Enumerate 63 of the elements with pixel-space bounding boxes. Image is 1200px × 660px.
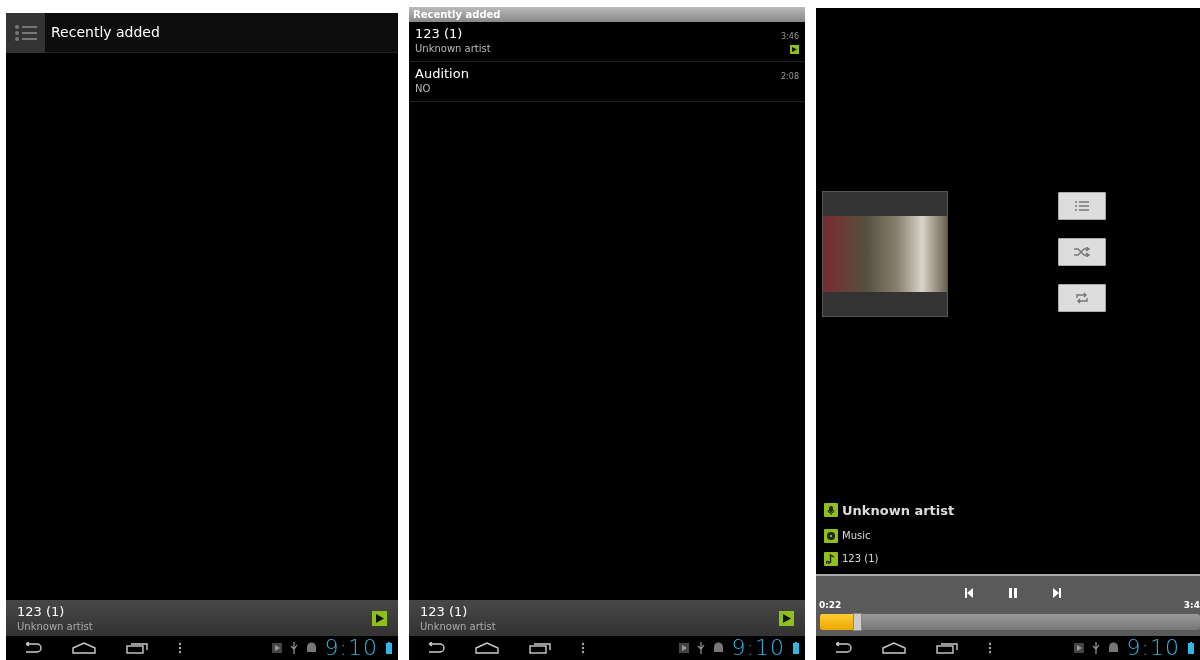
music-note-icon [824, 551, 838, 566]
play-icon [782, 613, 791, 623]
next-button[interactable] [1051, 588, 1062, 598]
recent-apps-icon[interactable] [529, 642, 551, 654]
artist-name: Unknown artist [17, 620, 93, 633]
battery-icon [1188, 642, 1194, 654]
usb-icon [696, 642, 705, 654]
status-clock: 9:10 [324, 637, 378, 659]
media-notification-icon [271, 643, 282, 653]
home-icon[interactable] [882, 642, 906, 654]
previous-icon [963, 588, 974, 598]
disc-icon [824, 528, 838, 543]
microphone-icon [824, 503, 838, 518]
artist-name: NO [415, 82, 432, 95]
home-icon[interactable] [475, 642, 499, 654]
pause-button[interactable] [1007, 588, 1018, 598]
section-header: Recently added [409, 7, 805, 22]
pause-icon [1007, 588, 1018, 598]
menu-icon[interactable] [581, 642, 585, 654]
play-button[interactable] [372, 610, 387, 626]
track-title: 123 (1) [842, 552, 879, 566]
status-clock: 9:10 [1126, 637, 1180, 659]
track-title: Audition [415, 65, 469, 82]
track-title: 123 (1) [17, 603, 66, 620]
track-row[interactable]: 123 (1) Unknown artist 3:46 [409, 22, 805, 62]
menu-icon[interactable] [178, 642, 182, 654]
shuffle-icon [1074, 247, 1090, 257]
track-duration: 3:46 [781, 31, 799, 43]
next-icon [1051, 588, 1062, 598]
recent-apps-icon[interactable] [126, 642, 148, 654]
track-row[interactable]: Audition NO 2:08 [409, 62, 805, 102]
play-button[interactable] [779, 610, 794, 626]
screen-title: Recently added [50, 23, 160, 42]
play-icon [375, 613, 384, 623]
album-name: Music [842, 529, 871, 543]
total-time: 3:4 [1183, 598, 1200, 612]
seek-thumb[interactable] [853, 613, 862, 631]
usb-icon [289, 642, 298, 654]
previous-button[interactable] [963, 588, 974, 598]
mini-player-bar[interactable]: 123 (1) Unknown artist [6, 600, 398, 636]
artist-name: Unknown artist [420, 620, 496, 633]
track-title: 123 (1) [415, 25, 464, 42]
status-clock: 9:10 [731, 637, 785, 659]
battery-icon [386, 642, 392, 654]
shuffle-button[interactable] [1058, 238, 1106, 266]
artist-name: Unknown artist [842, 501, 955, 520]
artist-name: Unknown artist [415, 42, 491, 55]
media-notification-icon [1073, 643, 1084, 653]
track-title: 123 (1) [420, 603, 469, 620]
track-duration: 2:08 [781, 71, 799, 83]
usb-icon [1091, 642, 1100, 654]
repeat-icon [1076, 292, 1088, 304]
menu-icon[interactable] [988, 642, 992, 654]
home-icon[interactable] [72, 642, 96, 654]
battery-icon [793, 642, 799, 654]
media-notification-icon [678, 643, 689, 653]
seek-bar[interactable] [820, 614, 1200, 630]
mini-player-bar[interactable]: 123 (1) Unknown artist [409, 600, 805, 636]
list-icon [1075, 201, 1089, 211]
list-icon [13, 23, 38, 42]
recent-apps-icon[interactable] [936, 642, 958, 654]
elapsed-time: 0:22 [819, 598, 842, 612]
app-icon-tile[interactable] [6, 13, 45, 53]
